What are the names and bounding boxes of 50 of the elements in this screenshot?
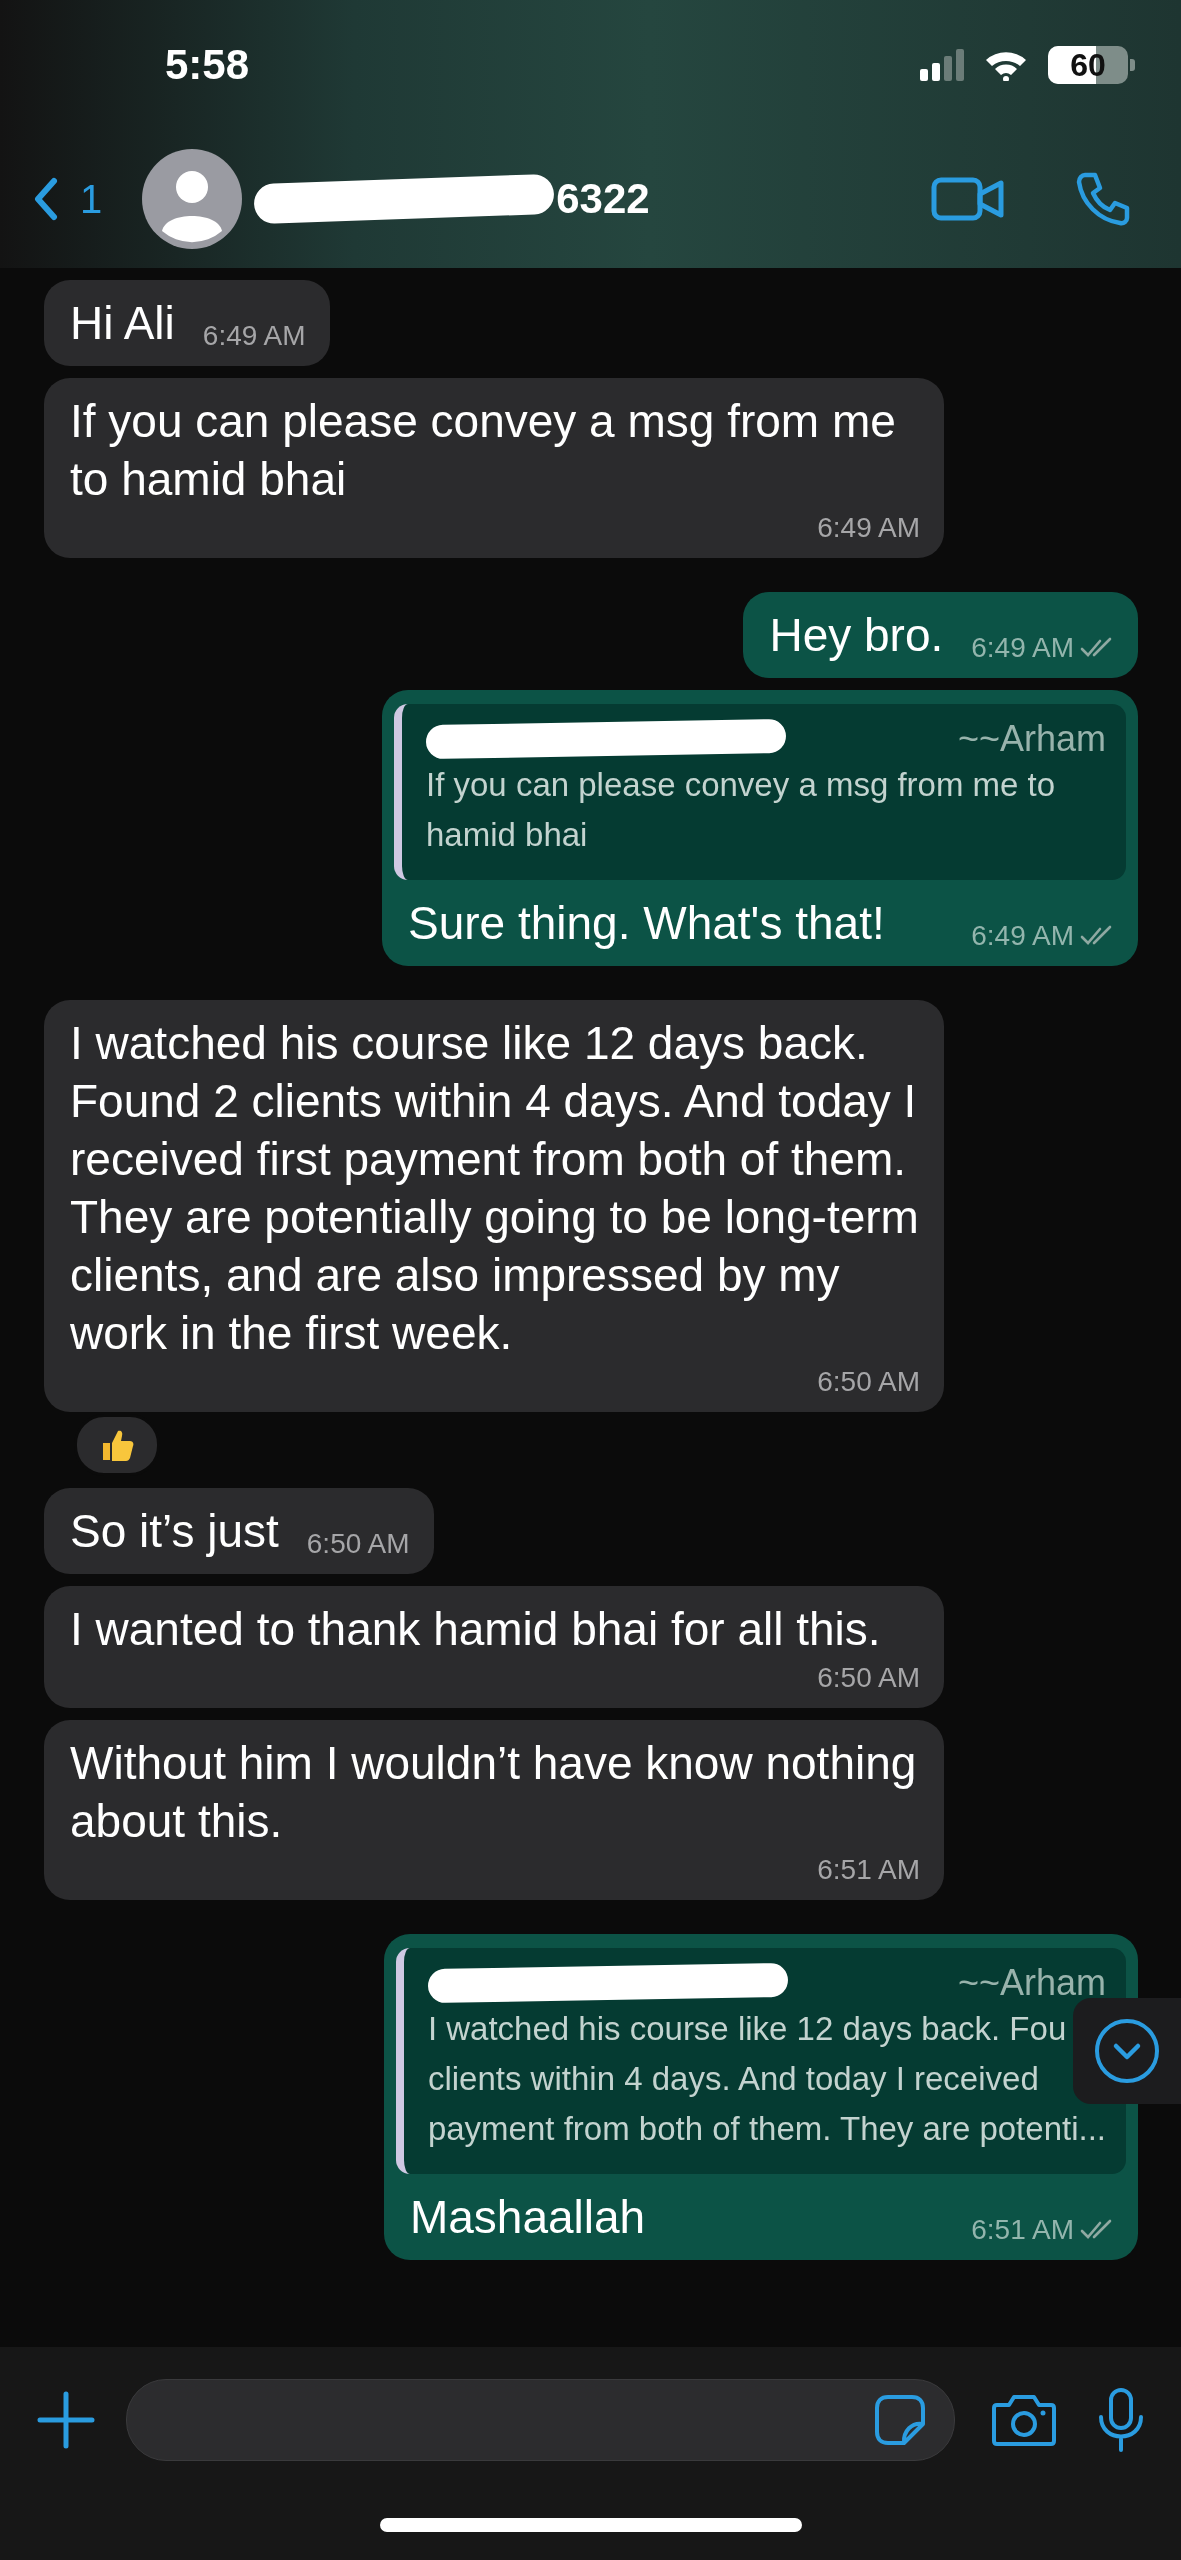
sticker-icon[interactable] [874, 2394, 926, 2446]
message-time: 6:50 AM [306, 1528, 410, 1560]
message-time: 6:50 AM [817, 1366, 920, 1398]
wifi-icon [984, 49, 1028, 81]
quote-text: clients within 4 days. And today I received [427, 2059, 1040, 2099]
message-bubble[interactable]: So it’s just 6:50 AM [44, 1488, 434, 1574]
contact-name[interactable]: 6322 [556, 175, 650, 223]
message-time: 6:49 AM [202, 320, 306, 352]
message-time: 6:49 AM [971, 632, 1074, 664]
message-time: 6:50 AM [817, 1662, 920, 1694]
message-bubble[interactable]: ~~Arham I watched his course like 12 days back. Fou clients within 4 days. And today I received payment from both of them. They are potenti... Mashaallah 6:51 AM [383, 1934, 1138, 2260]
message-time: 6:51 AM [817, 1854, 920, 1886]
plus-icon[interactable] [36, 2390, 96, 2450]
message-text: I watched his course like 12 days back. Found 2 clients within 4 days. And today I received first payment from both of them. They are potentially going to be long-term clients, and are also impressed by my work in the first week. [70, 1016, 920, 1361]
scroll-down-button[interactable] [1073, 1998, 1181, 2104]
quote-text: payment from both of them. They are potenti... [427, 2109, 1106, 2149]
message-bubble[interactable]: ~~Arham If you can please convey a msg from me to hamid bhai Sure thing. What's that! 6:49 AM [382, 690, 1138, 966]
message-bubble[interactable]: Hey bro. 6:49 AM [743, 592, 1138, 678]
message-text: Sure thing. What's that! [408, 896, 885, 951]
microphone-icon[interactable] [1097, 2387, 1145, 2453]
chevron-left-icon [34, 177, 58, 221]
status-time: 5:58 [165, 41, 250, 89]
message-bubble[interactable]: Hi Ali 6:49 AM [44, 280, 330, 366]
message-text: Mashaallah [409, 2190, 646, 2245]
message-text: Without him I wouldn’t have know nothing about this. [70, 1736, 918, 1849]
message-bubble[interactable]: I wanted to thank hamid bhai for all this. 6:50 AM [44, 1586, 944, 1708]
quote-text: I watched his course like 12 days back. Fou [427, 2009, 1068, 2049]
camera-icon[interactable] [991, 2393, 1057, 2447]
message-time: 6:51 AM [971, 2214, 1074, 2246]
message-text: So it’s just [70, 1504, 279, 1559]
video-call-icon[interactable] [931, 175, 1005, 223]
message-bubble[interactable]: If you can please convey a msg from me to hamid bhai 6:49 AM [44, 378, 944, 558]
message-bubble[interactable]: Without him I wouldn’t have know nothing about this. 6:51 AM [44, 1720, 944, 1900]
message-text: I wanted to thank hamid bhai for all this. [70, 1602, 881, 1657]
quote-author: ~~Arham [957, 1962, 1106, 2004]
quoted-message[interactable]: ~~Arham I watched his course like 12 days back. Fou clients within 4 days. And today I received payment from both of them. They are potenti... [395, 1948, 1126, 2174]
message-time: 6:49 AM [817, 512, 920, 544]
chevron-down-icon [1094, 2018, 1160, 2084]
quote-author: ~~Arham [957, 718, 1106, 760]
message-time: 6:49 AM [971, 920, 1074, 952]
phone-icon[interactable] [1075, 171, 1131, 227]
message-bubble[interactable] [44, 1000, 944, 1412]
quote-text: If you can please convey a msg from me to hamid bhai [426, 765, 1057, 855]
signal-icon [920, 49, 964, 81]
message-text: Hi Ali [70, 296, 175, 351]
quoted-message[interactable]: ~~Arham If you can please convey a msg from me to hamid bhai [394, 704, 1126, 880]
message-text: If you can please convey a msg from me to hamid bhai [70, 394, 897, 507]
back-button[interactable]: 1 [34, 176, 103, 222]
message-text: Hey bro. [769, 608, 944, 663]
avatar-icon[interactable] [142, 149, 243, 249]
